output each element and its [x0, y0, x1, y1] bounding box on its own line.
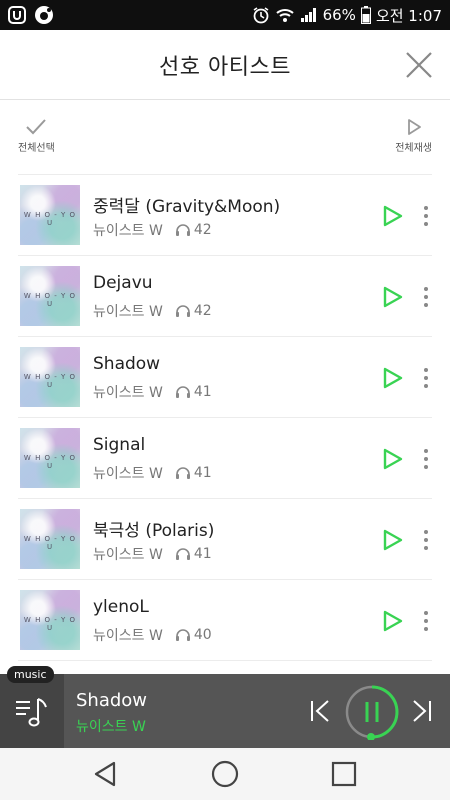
song-title: 중력달 (Gravity&Moon): [93, 197, 281, 217]
headphones-icon: [175, 224, 190, 236]
recent-apps-icon[interactable]: [330, 760, 358, 788]
home-icon[interactable]: [210, 759, 240, 789]
album-art: W H O - Y O U: [20, 347, 80, 407]
play-count: 40: [193, 627, 212, 643]
mini-player[interactable]: Shadow 뉴이스트 W: [0, 674, 450, 748]
song-meta: 뉴이스트 W 41: [93, 382, 212, 402]
list-item[interactable]: W H O - Y O U ylenoL 뉴이스트 W 40: [18, 580, 432, 661]
clock: 오전 1:07: [375, 6, 442, 25]
song-meta: 뉴이스트 W 42: [93, 220, 212, 240]
next-track-icon[interactable]: [410, 698, 434, 724]
navigation-bar: [0, 748, 450, 800]
more-options-icon[interactable]: [420, 611, 432, 631]
play-icon[interactable]: [382, 447, 404, 471]
play-icon[interactable]: [382, 285, 404, 309]
check-icon: [26, 119, 47, 135]
back-icon[interactable]: [92, 760, 120, 788]
list-item[interactable]: W H O - Y O U Signal 뉴이스트 W 41: [18, 418, 432, 499]
more-options-icon[interactable]: [420, 287, 432, 307]
song-title: Signal: [93, 435, 146, 455]
song-meta: 뉴이스트 W 41: [93, 544, 212, 564]
song-artist: 뉴이스트 W: [93, 628, 163, 644]
play-icon[interactable]: [382, 609, 404, 633]
song-meta: 뉴이스트 W 41: [93, 463, 212, 483]
play-count: 41: [193, 384, 212, 400]
now-playing-title: Shadow: [76, 690, 148, 711]
list-item[interactable]: W H O - Y O U 북극성 (Polaris) 뉴이스트 W 41: [18, 499, 432, 580]
action-bar: 전체선택 전체재생: [0, 100, 450, 164]
play-count: 41: [193, 546, 212, 562]
play-count: 42: [193, 222, 212, 238]
more-options-icon[interactable]: [420, 206, 432, 226]
music-tab-label[interactable]: music: [7, 666, 54, 683]
play-icon[interactable]: [382, 528, 404, 552]
more-options-icon[interactable]: [420, 449, 432, 469]
more-options-icon[interactable]: [420, 368, 432, 388]
song-title: ylenoL: [93, 597, 149, 617]
play-icon[interactable]: [382, 366, 404, 390]
battery-percent: 66%: [322, 6, 356, 24]
list-item[interactable]: W H O - Y O U 중력달 (Gravity&Moon) 뉴이스트 W …: [18, 175, 432, 256]
song-artist: 뉴이스트 W: [93, 547, 163, 563]
song-artist: 뉴이스트 W: [93, 385, 163, 401]
previous-track-icon[interactable]: [308, 698, 332, 724]
song-title: Shadow: [93, 354, 161, 374]
select-all-button[interactable]: 전체선택: [18, 118, 55, 154]
song-artist: 뉴이스트 W: [93, 223, 163, 239]
app-o-icon: [35, 6, 53, 24]
close-icon[interactable]: [404, 50, 434, 80]
album-art: W H O - Y O U: [20, 266, 80, 326]
headphones-icon: [175, 467, 190, 479]
title-bar: 선호 아티스트: [0, 30, 450, 100]
song-artist: 뉴이스트 W: [93, 466, 163, 482]
play-outline-icon: [407, 119, 421, 135]
album-art: W H O - Y O U: [20, 428, 80, 488]
song-list: W H O - Y O U 중력달 (Gravity&Moon) 뉴이스트 W …: [18, 174, 432, 661]
play-count: 41: [193, 465, 212, 481]
more-options-icon[interactable]: [420, 530, 432, 550]
now-playing-artist: 뉴이스트 W: [76, 719, 146, 735]
song-meta: 뉴이스트 W 40: [93, 625, 212, 645]
song-title: 북극성 (Polaris): [93, 521, 215, 541]
playlist-music-icon: [16, 698, 47, 727]
song-artist: 뉴이스트 W: [93, 304, 163, 320]
headphones-icon: [175, 305, 190, 317]
album-art: W H O - Y O U: [20, 509, 80, 569]
song-title: Dejavu: [93, 273, 153, 293]
pause-button[interactable]: [344, 684, 400, 740]
app-u-icon: [8, 6, 26, 24]
play-count: 42: [193, 303, 212, 319]
wifi-icon: [275, 9, 294, 22]
headphones-icon: [175, 548, 190, 560]
list-item[interactable]: W H O - Y O U Shadow 뉴이스트 W 41: [18, 337, 432, 418]
play-all-label: 전체재생: [395, 143, 432, 154]
play-icon[interactable]: [382, 204, 404, 228]
playlist-button[interactable]: [0, 674, 64, 748]
headphones-icon: [175, 386, 190, 398]
album-art: W H O - Y O U: [20, 590, 80, 650]
battery-icon: [360, 6, 371, 24]
list-item[interactable]: W H O - Y O U Dejavu 뉴이스트 W 42: [18, 256, 432, 337]
alarm-icon: [253, 7, 269, 24]
headphones-icon: [175, 629, 190, 641]
status-bar: 66% 오전 1:07: [0, 0, 450, 30]
select-all-label: 전체선택: [18, 143, 55, 154]
play-all-button[interactable]: 전체재생: [395, 118, 432, 154]
album-art: W H O - Y O U: [20, 185, 80, 245]
song-meta: 뉴이스트 W 42: [93, 301, 212, 321]
page-title: 선호 아티스트: [159, 54, 291, 80]
signal-icon: [300, 8, 316, 22]
